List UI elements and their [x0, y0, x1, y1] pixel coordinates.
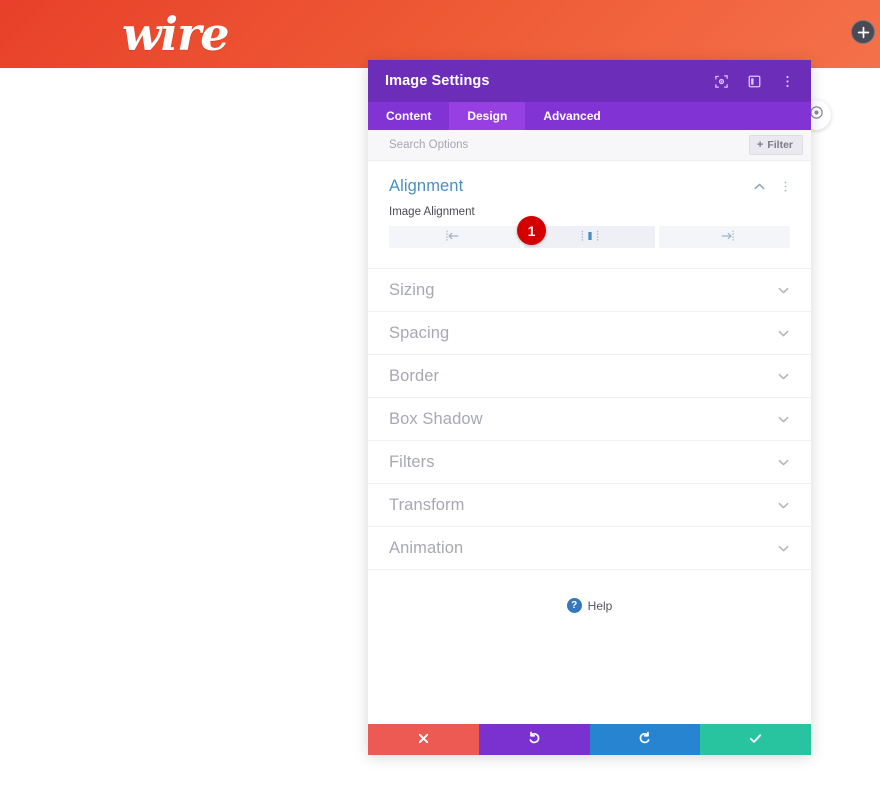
chevron-down-icon	[777, 284, 790, 297]
help-link[interactable]: ? Help	[368, 570, 811, 613]
section-alignment-title: Alignment	[389, 177, 464, 195]
section-alignment: Alignment Image Alignment 1	[368, 161, 811, 269]
save-button[interactable]	[700, 724, 811, 755]
site-header: wire	[0, 0, 880, 68]
chevron-down-icon	[777, 456, 790, 469]
question-mark-icon: ?	[566, 598, 582, 613]
image-alignment-button-group: 1	[389, 216, 790, 248]
add-module-button[interactable]	[851, 20, 875, 44]
section-header-icon-group	[751, 179, 793, 195]
modal-action-bar	[368, 724, 811, 755]
redo-button[interactable]	[589, 724, 701, 755]
chevron-down-icon	[777, 499, 790, 512]
section-label: Transform	[389, 495, 465, 514]
plus-icon: +	[756, 139, 764, 151]
checkmark-icon	[748, 731, 763, 749]
undo-button[interactable]	[478, 724, 590, 755]
chevron-up-icon[interactable]	[751, 179, 767, 195]
align-left-button[interactable]	[389, 226, 520, 248]
tab-advanced[interactable]: Advanced	[525, 102, 618, 130]
section-row-border[interactable]: Border	[368, 355, 811, 398]
close-x-icon	[417, 732, 430, 748]
modal-title: Image Settings	[385, 73, 490, 89]
modal-body: Alignment Image Alignment 1 Sizing Spaci…	[368, 161, 811, 724]
cancel-button[interactable]	[368, 724, 479, 755]
image-alignment-label: Image Alignment	[389, 206, 475, 218]
tab-content[interactable]: Content	[368, 102, 449, 130]
chevron-down-icon	[777, 542, 790, 555]
more-vertical-icon[interactable]	[777, 179, 793, 195]
filter-button-label: Filter	[767, 139, 793, 151]
image-settings-modal: Image Settings Content Design Advanced S…	[368, 60, 811, 755]
titlebar-icon-group	[711, 71, 797, 91]
section-row-sizing[interactable]: Sizing	[368, 269, 811, 312]
chevron-down-icon	[777, 370, 790, 383]
align-center-icon	[580, 229, 600, 246]
section-row-filters[interactable]: Filters	[368, 441, 811, 484]
align-right-icon	[715, 229, 735, 246]
section-label: Sizing	[389, 280, 435, 299]
section-label: Animation	[389, 538, 464, 557]
section-label: Spacing	[389, 323, 450, 342]
section-row-animation[interactable]: Animation	[368, 527, 811, 570]
chevron-down-icon	[777, 327, 790, 340]
site-logo: wire	[122, 7, 230, 61]
annotation-badge-1: 1	[517, 216, 546, 245]
tab-design[interactable]: Design	[449, 102, 526, 130]
modal-tab-bar: Content Design Advanced	[368, 102, 811, 130]
align-right-button[interactable]	[659, 226, 790, 248]
section-label: Box Shadow	[389, 409, 483, 428]
focus-target-icon[interactable]	[711, 71, 731, 91]
image-alignment-field: Image Alignment 1	[368, 198, 811, 248]
section-alignment-header[interactable]: Alignment	[368, 161, 811, 198]
more-vertical-icon[interactable]	[777, 71, 797, 91]
undo-arrow-icon	[527, 731, 542, 749]
redo-arrow-icon	[637, 731, 652, 749]
section-row-transform[interactable]: Transform	[368, 484, 811, 527]
modal-titlebar: Image Settings	[368, 60, 811, 102]
section-label: Filters	[389, 452, 435, 471]
help-label: Help	[587, 598, 613, 613]
plus-icon	[857, 26, 870, 39]
chevron-down-icon	[777, 413, 790, 426]
section-row-box-shadow[interactable]: Box Shadow	[368, 398, 811, 441]
panel-layout-icon[interactable]	[744, 71, 764, 91]
section-row-spacing[interactable]: Spacing	[368, 312, 811, 355]
section-label: Border	[389, 366, 440, 385]
search-options-row: + Filter	[368, 130, 811, 161]
filter-button[interactable]: + Filter	[748, 135, 803, 155]
align-left-icon	[445, 229, 465, 246]
search-input[interactable]	[389, 139, 749, 151]
